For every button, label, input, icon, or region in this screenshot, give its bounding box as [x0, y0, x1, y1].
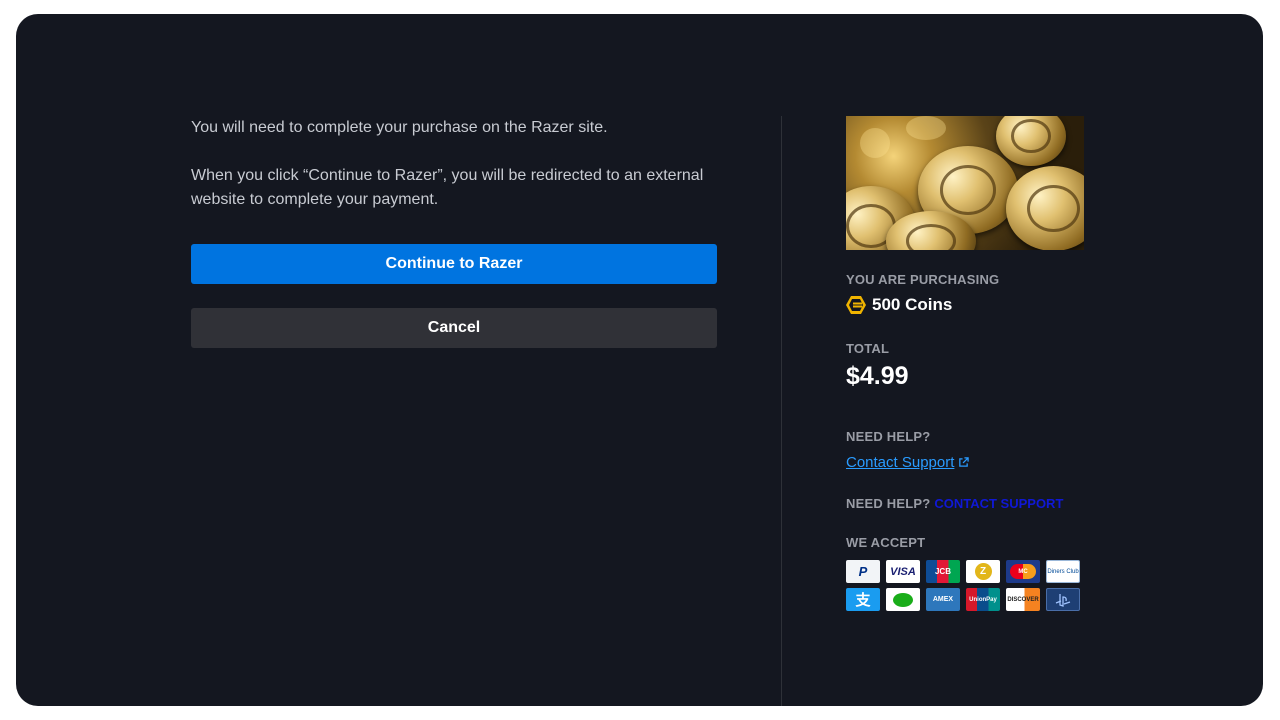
diners-club-icon: Diners Club — [1046, 560, 1080, 583]
accept-label: WE ACCEPT — [846, 535, 926, 550]
razer-gold-text: Z — [974, 563, 992, 580]
help-label: NEED HELP? — [846, 429, 931, 444]
unionpay-icon: UnionPay — [966, 588, 1000, 611]
american-express-icon: AMEX — [926, 588, 960, 611]
continue-to-razer-button[interactable]: Continue to Razer — [191, 244, 717, 284]
coin-icon — [846, 296, 866, 314]
wechat-pay-icon — [886, 588, 920, 611]
total-price: $4.99 — [846, 362, 909, 390]
redirect-message-2: When you click “Continue to Razer”, you … — [191, 167, 704, 208]
paypal-icon: P — [846, 560, 880, 583]
playstation-icon — [1046, 588, 1080, 611]
redirect-message-1: You will need to complete your purchase … — [191, 119, 608, 136]
razer-gold-icon: Z — [966, 560, 1000, 583]
help-label-2: NEED HELP? — [846, 496, 931, 511]
payment-methods: P VISA JCB Z MC Diners Club 支 AMEX Union… — [846, 560, 1086, 611]
visa-icon: VISA — [886, 560, 920, 583]
purchase-modal: You will need to complete your purchase … — [16, 14, 1263, 706]
order-summary: YOU ARE PURCHASING 500 Coins TOTAL $4.99… — [846, 116, 1086, 611]
contact-support-link[interactable]: Contact Support — [846, 454, 970, 471]
wechat-bubble — [893, 592, 913, 607]
external-link-icon — [959, 457, 970, 467]
mastercard-icon: MC — [1006, 560, 1040, 583]
purchasing-label: YOU ARE PURCHASING — [846, 272, 1000, 287]
alipay-icon: 支 — [846, 588, 880, 611]
item-name: 500 Coins — [872, 295, 953, 314]
jcb-icon: JCB — [926, 560, 960, 583]
contact-support-text: Contact Support — [846, 454, 955, 471]
playstation-logo — [1055, 593, 1071, 607]
product-image — [846, 116, 1084, 250]
mastercard-text: MC — [1010, 564, 1036, 579]
divider — [781, 116, 782, 706]
purchase-item: 500 Coins — [846, 295, 1086, 315]
cancel-button[interactable]: Cancel — [191, 308, 717, 348]
contact-support-link-2[interactable]: CONTACT SUPPORT — [934, 496, 1063, 511]
redirect-panel: You will need to complete your purchase … — [191, 116, 717, 348]
total-label: TOTAL — [846, 341, 890, 356]
inline-help: NEED HELP? CONTACT SUPPORT — [846, 496, 1086, 511]
discover-icon: DISCOVER — [1006, 588, 1040, 611]
